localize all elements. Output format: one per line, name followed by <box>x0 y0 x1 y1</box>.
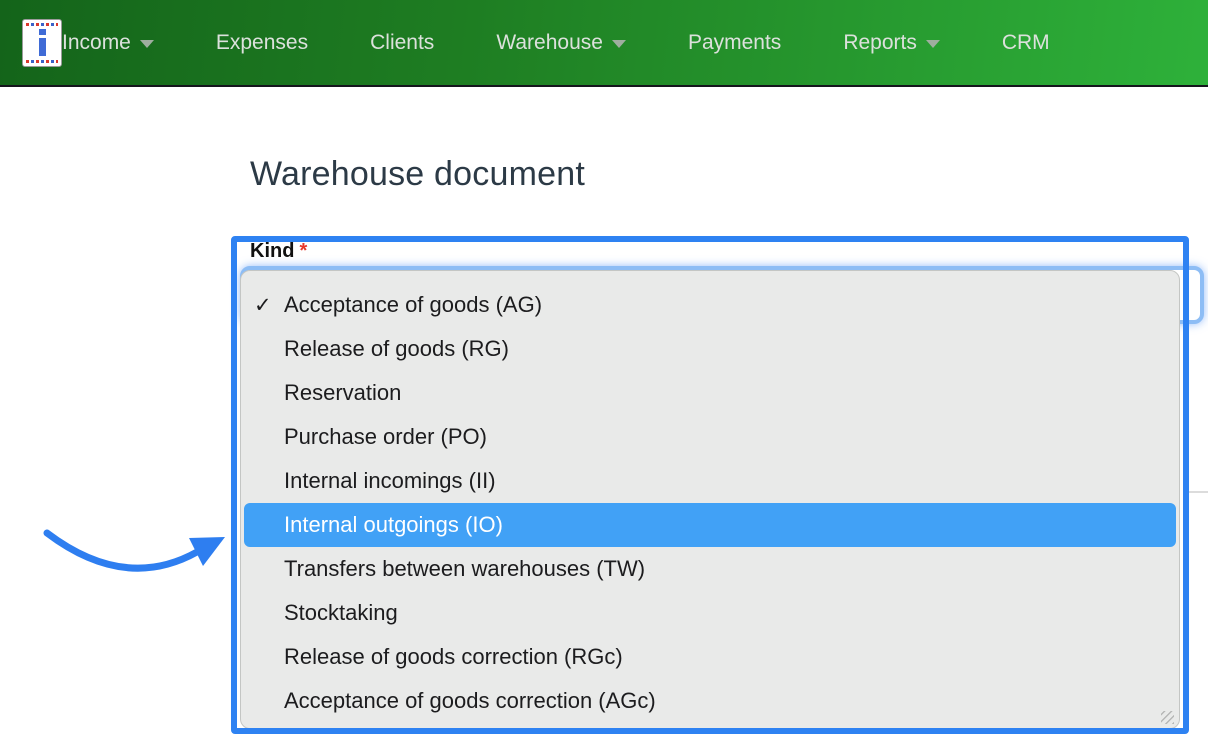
page-title: Warehouse document <box>250 155 585 193</box>
nav-item-label: Warehouse <box>496 30 603 54</box>
nav-item-crm[interactable]: CRM <box>1002 31 1050 55</box>
dropdown-option[interactable]: Reservation <box>244 371 1176 415</box>
nav-item-clients[interactable]: Clients <box>370 31 434 55</box>
kind-label-text: Kind <box>250 240 295 262</box>
dropdown-option[interactable]: Transfers between warehouses (TW) <box>244 547 1176 591</box>
form-divider-line <box>1186 491 1208 493</box>
nav-item-income[interactable]: Income <box>62 31 154 55</box>
kind-field-label: Kind * <box>250 240 307 263</box>
checkmark-icon: ✓ <box>254 293 272 317</box>
logo-dash-bottom-icon <box>26 59 58 63</box>
dropdown-option-label: Purchase order (PO) <box>284 424 487 449</box>
dropdown-option-label: Acceptance of goods (AG) <box>284 292 543 317</box>
dropdown-option[interactable]: Stocktaking <box>244 591 1176 635</box>
dropdown-option[interactable]: Acceptance of goods correction (AGc) <box>244 679 1176 723</box>
dropdown-option[interactable]: Purchase order (PO) <box>244 415 1176 459</box>
chevron-down-icon <box>611 40 626 48</box>
kind-dropdown-menu: ✓ Acceptance of goods (AG) Release of go… <box>240 270 1180 729</box>
nav-item-label: CRM <box>1001 30 1050 54</box>
required-asterisk: * <box>299 240 308 262</box>
nav-item-label: Expenses <box>215 30 309 54</box>
letter-i-icon <box>38 29 46 56</box>
dropdown-option[interactable]: Internal incomings (II) <box>244 459 1176 503</box>
chevron-down-icon <box>925 40 940 48</box>
nav-item-expenses[interactable]: Expenses <box>216 31 308 55</box>
dropdown-option[interactable]: Internal outgoings (IO) <box>244 503 1176 547</box>
nav-item-label: Income <box>62 30 131 54</box>
logo-dash-top-icon <box>26 22 58 26</box>
brand-logo[interactable] <box>22 18 62 67</box>
dropdown-option[interactable]: Release of goods (RG) <box>244 327 1176 371</box>
dropdown-option-label: Internal outgoings (IO) <box>284 512 503 537</box>
dropdown-option-label: Stocktaking <box>284 600 398 625</box>
dropdown-option-label: Acceptance of goods correction (AGc) <box>284 688 656 713</box>
dropdown-option-label: Transfers between warehouses (TW) <box>284 556 646 581</box>
resize-grip-icon[interactable] <box>1161 711 1174 724</box>
dropdown-option-label: Internal incomings (II) <box>284 468 496 493</box>
nav-item-reports[interactable]: Reports <box>843 31 940 55</box>
annotation-arrow-icon <box>43 529 225 572</box>
nav-item-label: Clients <box>370 30 435 54</box>
dropdown-option[interactable]: Release of goods correction (RGc) <box>244 635 1176 679</box>
dropdown-option[interactable]: ✓ Acceptance of goods (AG) <box>244 283 1176 327</box>
chevron-down-icon <box>139 40 154 48</box>
nav-item-label: Reports <box>843 30 917 54</box>
top-navbar: Income Expenses Clients Warehouse Paymen… <box>0 0 1208 87</box>
dropdown-option-label: Release of goods correction (RGc) <box>284 644 623 669</box>
nav-item-warehouse[interactable]: Warehouse <box>496 31 626 55</box>
nav-item-payments[interactable]: Payments <box>688 31 781 55</box>
nav-item-label: Payments <box>687 30 782 54</box>
dropdown-option-label: Reservation <box>284 380 402 405</box>
dropdown-option-label: Release of goods (RG) <box>284 336 509 361</box>
